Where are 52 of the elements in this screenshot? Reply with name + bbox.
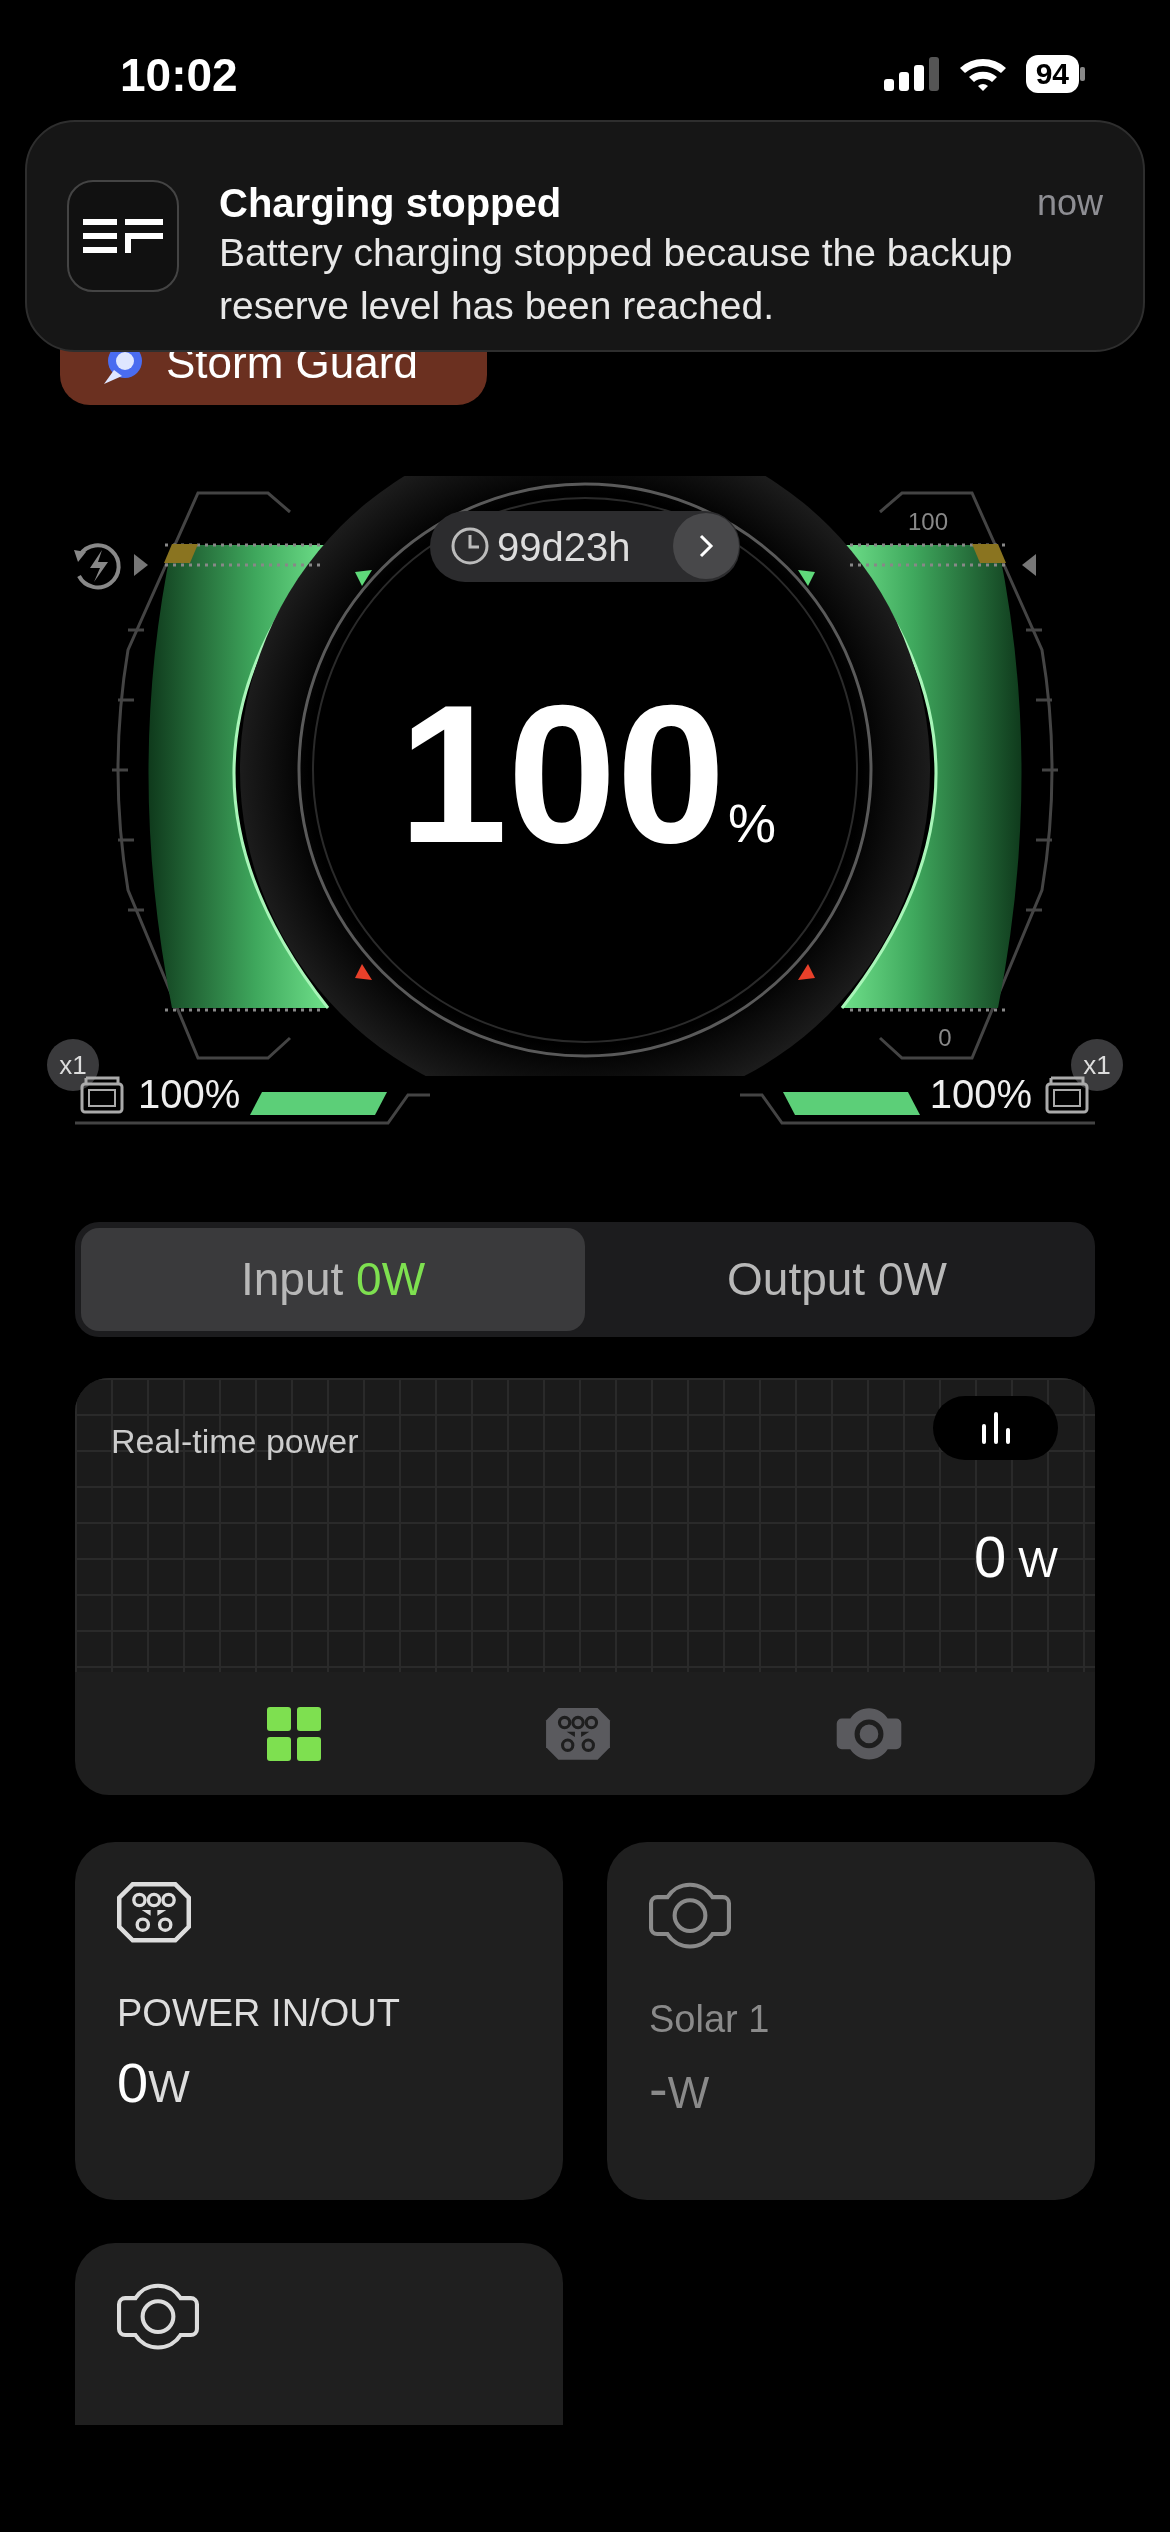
battery-level: 94 <box>1025 55 1079 93</box>
camera-icon <box>117 2283 199 2351</box>
battery-pack-icon <box>1045 1076 1089 1114</box>
count-label: x1 <box>1083 1050 1111 1080</box>
camera-icon <box>649 1882 731 1950</box>
count-badge <box>1071 1039 1123 1091</box>
pointer-icon <box>134 554 148 576</box>
status-time: 10:02 <box>120 48 238 103</box>
notification-banner[interactable]: Charging stopped now Battery charging stopped because the backup reserve level has been reached. <box>25 120 1145 352</box>
power-tab[interactable]: Input 0W <box>81 1228 585 1331</box>
battery-pack-icon <box>80 1076 124 1114</box>
percent-sign: % <box>728 793 776 853</box>
max-marker <box>798 570 815 586</box>
reserve-marker <box>164 544 198 563</box>
port-value: 0 <box>117 2050 149 2114</box>
connector-icon <box>117 1882 191 1943</box>
pointer-icon <box>1022 554 1036 576</box>
power-tab[interactable]: Output 0W <box>585 1228 1089 1331</box>
notification-title: Charging stopped <box>219 180 562 226</box>
battery-percent: 100 <box>398 665 726 884</box>
reserve-marker <box>972 544 1006 563</box>
source-tab[interactable] <box>266 1706 321 1761</box>
connector-icon <box>544 1705 612 1762</box>
battery-tip-icon <box>1079 67 1085 81</box>
count-badge <box>47 1039 99 1091</box>
clock-icon <box>451 527 489 565</box>
power-value: 0 <box>974 1527 1007 1587</box>
chevron-button[interactable] <box>673 513 739 579</box>
charge-cycle-icon <box>74 543 121 590</box>
port-unit: W <box>667 2068 710 2118</box>
max-marker <box>355 570 372 586</box>
runtime-value: 99d23h <box>497 525 631 569</box>
port-card[interactable]: POWER IN/OUT 0W <box>75 1842 563 2200</box>
app-icon <box>67 180 179 292</box>
pack-reading: 100% <box>138 1072 241 1116</box>
pack-reading: 100% <box>929 1072 1032 1116</box>
power-unit: W <box>1018 1538 1058 1588</box>
camera-icon <box>835 1705 904 1762</box>
port-value: - <box>649 2057 668 2121</box>
signal-icon <box>883 57 940 91</box>
bar-chart-icon <box>981 1412 1010 1444</box>
port-unit: W <box>148 2061 190 2111</box>
scale-max-label: 100 <box>908 508 948 535</box>
scale-min-label: 0 <box>938 1024 952 1051</box>
chart-title: Real-time power <box>111 1421 359 1462</box>
count-label: x1 <box>59 1050 87 1080</box>
port-label: POWER IN/OUT <box>117 1990 401 2035</box>
notification-time: now <box>1036 181 1103 225</box>
port-label: Solar 1 <box>649 1997 771 2042</box>
min-marker <box>355 964 372 980</box>
min-marker <box>798 964 815 980</box>
grid-icon <box>266 1706 321 1761</box>
